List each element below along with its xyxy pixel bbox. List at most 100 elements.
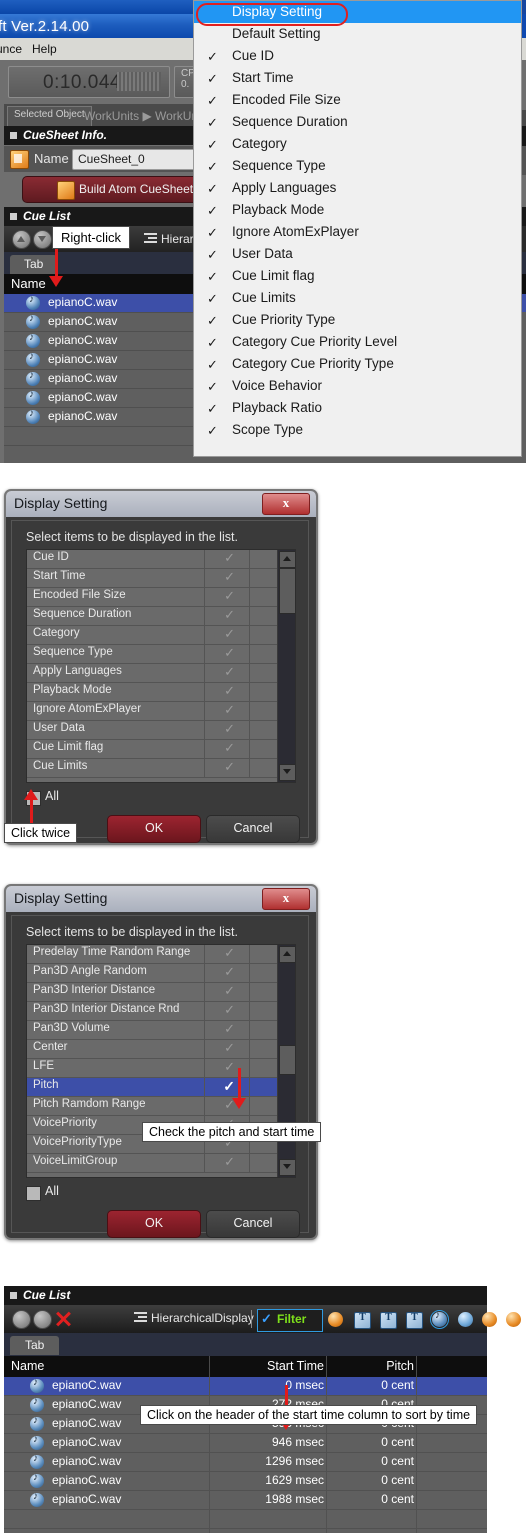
context-menu-item[interactable]: ✓ Encoded File Size	[194, 89, 521, 111]
display-setting-list-row[interactable]: Category ✓	[27, 626, 295, 645]
context-menu-item[interactable]: ✓ Cue Priority Type	[194, 309, 521, 331]
context-menu-item[interactable]: ✓ Playback Mode	[194, 199, 521, 221]
scroll-down-icon[interactable]	[279, 764, 295, 781]
context-menu-item[interactable]: ✓ Cue Limits	[194, 287, 521, 309]
list-scrollbar[interactable]	[277, 550, 295, 782]
context-menu-item[interactable]: ✓ Cue ID	[194, 45, 521, 67]
context-menu-item[interactable]: ✓ Category Cue Priority Type	[194, 353, 521, 375]
display-setting-list-row[interactable]: Apply Languages ✓	[27, 664, 295, 683]
display-setting-list-row[interactable]: Center ✓	[27, 1040, 295, 1059]
sphere-icon[interactable]	[458, 1312, 473, 1327]
orb-icon[interactable]	[328, 1312, 343, 1327]
aux2-icon[interactable]	[506, 1312, 521, 1327]
menu-item-help[interactable]: Help	[32, 42, 57, 56]
context-menu-item[interactable]: ✓ Cue Limit flag	[194, 265, 521, 287]
display-setting-list-row[interactable]: Pan3D Angle Random ✓	[27, 964, 295, 983]
context-menu-item[interactable]: ✓ Sequence Type	[194, 155, 521, 177]
move-up-icon[interactable]	[12, 230, 31, 249]
context-menu-item[interactable]: ✓ Category	[194, 133, 521, 155]
display-setting-list-row[interactable]: Playback Mode ✓	[27, 683, 295, 702]
display-setting-dialog-first[interactable]: Display Setting x Select items to be dis…	[4, 489, 318, 845]
all-checkbox-box[interactable]	[26, 1186, 41, 1201]
display-setting-list-row[interactable]: VoiceLimitGroup ✓	[27, 1154, 295, 1173]
column-header-pitch[interactable]: Pitch	[329, 1359, 414, 1373]
text-tl-icon[interactable]: T	[380, 1312, 397, 1329]
scrollbar-thumb[interactable]	[279, 1045, 295, 1075]
display-setting-list-row[interactable]: Pan3D Volume ✓	[27, 1021, 295, 1040]
item-list[interactable]: Cue ID ✓ Start Time ✓ Encoded File Size ✓ Sequ…	[26, 549, 296, 783]
context-menu-item[interactable]: ✓ Voice Behavior	[194, 375, 521, 397]
display-setting-list-row[interactable]: Pitch ✓	[27, 1078, 295, 1097]
cue-list-row-empty[interactable]	[4, 1529, 487, 1533]
display-setting-list-row[interactable]: Pitch Ramdom Range ✓	[27, 1097, 295, 1116]
column-header-name[interactable]: Name	[11, 276, 46, 291]
collapse-square-icon[interactable]	[10, 1292, 17, 1299]
display-setting-list-row[interactable]: Cue ID ✓	[27, 550, 295, 569]
hierarchical-display-label[interactable]: HierarchicalDisplay	[151, 1311, 254, 1325]
display-setting-list-row[interactable]: User Data ✓	[27, 721, 295, 740]
list-scrollbar[interactable]	[277, 945, 295, 1177]
close-icon[interactable]: x	[262, 493, 310, 515]
context-menu-item[interactable]: ✓ Start Time	[194, 67, 521, 89]
aux-icon[interactable]	[482, 1312, 497, 1327]
context-menu-item[interactable]: ✓ Ignore AtomExPlayer	[194, 221, 521, 243]
cue-list-row[interactable]: epianoC.wav 946 msec 0 cent	[4, 1434, 487, 1453]
context-menu[interactable]: Display Setting Default Setting ✓ Cue ID ✓ St…	[193, 0, 522, 457]
wave-icon	[30, 1472, 44, 1488]
move-down-icon[interactable]	[33, 230, 52, 249]
display-setting-list-row[interactable]: Predelay Time Random Range ✓	[27, 945, 295, 964]
context-menu-item[interactable]: ✓ Scope Type	[194, 419, 521, 441]
hierarchy-icon[interactable]	[144, 233, 157, 244]
ok-button[interactable]: OK	[107, 815, 201, 843]
display-setting-dialog-second[interactable]: Display Setting x Select items to be dis…	[4, 884, 318, 1240]
tab-main[interactable]: Tab	[10, 1336, 60, 1355]
hierarchy-icon[interactable]	[134, 1312, 147, 1323]
context-menu-item[interactable]: ✓ Apply Languages	[194, 177, 521, 199]
display-setting-list-row[interactable]: Start Time ✓	[27, 569, 295, 588]
context-menu-item[interactable]: Default Setting	[194, 23, 521, 45]
column-header-name[interactable]: Name	[11, 1359, 44, 1373]
tab-main[interactable]: Tab	[10, 255, 58, 274]
context-menu-item[interactable]: ✓ User Data	[194, 243, 521, 265]
text-t-icon[interactable]: T	[354, 1312, 371, 1329]
scrollbar-thumb[interactable]	[279, 568, 295, 614]
scroll-up-icon[interactable]	[279, 551, 295, 568]
display-setting-list-row[interactable]: LFE ✓	[27, 1059, 295, 1078]
move-up-icon[interactable]	[12, 1310, 31, 1329]
cue-name: epianoC.wav	[52, 1435, 122, 1449]
filter-toggle[interactable]: ✓ Filter	[257, 1309, 323, 1332]
context-menu-item[interactable]: ✓ Playback Ratio	[194, 397, 521, 419]
check-icon: ✓	[207, 71, 218, 86]
display-setting-list-row[interactable]: Cue Limits ✓	[27, 759, 295, 778]
collapse-square-icon[interactable]	[10, 213, 17, 220]
cue-list-row[interactable]: epianoC.wav 0 msec 0 cent	[4, 1377, 487, 1396]
section-header-cue-list[interactable]: Cue List	[4, 1286, 487, 1305]
cue-list-row[interactable]: epianoC.wav 1629 msec 0 cent	[4, 1472, 487, 1491]
display-setting-list-row[interactable]: Encoded File Size ✓	[27, 588, 295, 607]
cancel-button[interactable]: Cancel	[206, 815, 300, 843]
cancel-button[interactable]: Cancel	[206, 1210, 300, 1238]
cue-list-row[interactable]: epianoC.wav 1296 msec 0 cent	[4, 1453, 487, 1472]
delete-icon[interactable]	[54, 1310, 72, 1328]
display-setting-list-row[interactable]: Ignore AtomExPlayer ✓	[27, 702, 295, 721]
display-setting-list-row[interactable]: Cue Limit flag ✓	[27, 740, 295, 759]
column-header-start-time[interactable]: Start Time	[214, 1359, 324, 1373]
close-icon[interactable]: x	[262, 888, 310, 910]
display-setting-list-row[interactable]: Sequence Duration ✓	[27, 607, 295, 626]
display-setting-list-row[interactable]: Pan3D Interior Distance Rnd ✓	[27, 1002, 295, 1021]
context-menu-item[interactable]: ✓ Sequence Duration	[194, 111, 521, 133]
context-menu-item[interactable]: ✓ Category Cue Priority Level	[194, 331, 521, 353]
item-list[interactable]: Predelay Time Random Range ✓ Pan3D Angle R…	[26, 944, 296, 1178]
scroll-up-icon[interactable]	[279, 946, 295, 963]
ok-button[interactable]: OK	[107, 1210, 201, 1238]
move-down-icon[interactable]	[33, 1310, 52, 1329]
menu-item-announce[interactable]: unce	[0, 42, 22, 56]
display-setting-list-row[interactable]: Pan3D Interior Distance ✓	[27, 983, 295, 1002]
scroll-down-icon[interactable]	[279, 1159, 295, 1176]
cue-list-row-empty[interactable]	[4, 1510, 487, 1529]
wave-icon[interactable]	[430, 1310, 449, 1329]
text-ti-icon[interactable]: T	[406, 1312, 423, 1329]
collapse-square-icon[interactable]	[10, 132, 17, 139]
display-setting-list-row[interactable]: Sequence Type ✓	[27, 645, 295, 664]
cue-list-row[interactable]: epianoC.wav 1988 msec 0 cent	[4, 1491, 487, 1510]
